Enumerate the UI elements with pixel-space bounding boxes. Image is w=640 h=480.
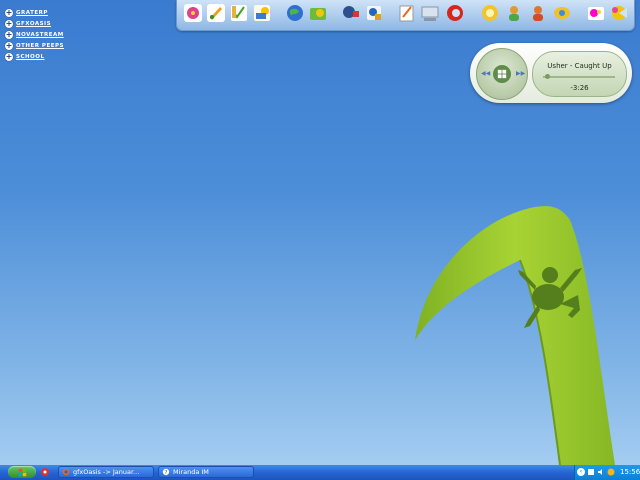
notepad-icon[interactable]: [229, 3, 249, 23]
task-firefox[interactable]: gfxOasis -> Januar...: [58, 466, 154, 478]
previous-icon[interactable]: ◀◀: [481, 70, 490, 77]
people-icon[interactable]: [528, 3, 548, 23]
expand-icon: +: [5, 51, 13, 61]
group-label: GFXOASIS: [16, 20, 52, 27]
windows-logo-icon: [18, 468, 26, 476]
task-miranda[interactable]: ? Miranda IM: [158, 466, 254, 478]
clock: 15:56: [620, 468, 640, 476]
seek-bar[interactable]: [543, 74, 615, 79]
media-player: ◀◀ ▶▶ Usher - Caught Up -3:26: [470, 43, 632, 103]
network-icon[interactable]: [587, 468, 595, 476]
group-gfxoasis[interactable]: + GFXOASIS: [5, 18, 64, 29]
track-time: -3:26: [570, 84, 589, 92]
sun-icon[interactable]: [480, 3, 500, 23]
user-icon[interactable]: [504, 3, 524, 23]
chat-icon[interactable]: [552, 3, 572, 23]
track-title: Usher - Caught Up: [547, 62, 612, 70]
group-label: NOVASTREAM: [16, 31, 64, 38]
windows-logo-icon[interactable]: [493, 65, 511, 83]
group-graterp[interactable]: + GRATERP: [5, 7, 64, 18]
seek-knob[interactable]: [544, 74, 550, 79]
expand-icon: +: [5, 7, 13, 17]
mail-icon[interactable]: [252, 3, 272, 23]
satellite-icon[interactable]: [341, 3, 361, 23]
computer-icon[interactable]: [420, 3, 440, 23]
expand-icon: +: [5, 40, 13, 50]
player-disc[interactable]: ◀◀ ▶▶: [476, 48, 528, 100]
miranda-icon: ?: [162, 468, 170, 476]
paint-icon[interactable]: [206, 3, 226, 23]
flower-icon[interactable]: [183, 3, 203, 23]
next-icon[interactable]: ▶▶: [516, 70, 525, 77]
task-label: gfxOasis -> Januar...: [73, 468, 140, 476]
games-icon[interactable]: [586, 3, 606, 23]
globe-icon[interactable]: [285, 3, 305, 23]
contact-groups: + GRATERP + GFXOASIS + NOVASTREAM + OTHE…: [5, 7, 64, 62]
taskbar: gfxOasis -> Januar... ? Miranda IM ‹ 15:…: [0, 465, 640, 480]
magnet-icon[interactable]: [445, 3, 465, 23]
tools-icon[interactable]: [364, 3, 384, 23]
group-school[interactable]: + SCHOOL: [5, 51, 64, 62]
task-label: Miranda IM: [173, 468, 209, 476]
security-icon[interactable]: [607, 468, 615, 476]
icon-dock: [176, 0, 635, 31]
pacman-icon[interactable]: [609, 3, 629, 23]
start-button[interactable]: [8, 466, 36, 478]
firefox-icon: [62, 468, 70, 476]
group-novastream[interactable]: + NOVASTREAM: [5, 29, 64, 40]
volume-icon[interactable]: [597, 468, 605, 476]
group-label: OTHER PEEPS: [16, 42, 64, 49]
expand-icon: +: [5, 18, 13, 28]
leaf-wallpaper-image: [415, 206, 615, 465]
system-tray: ‹ 15:56: [574, 465, 640, 480]
group-other-peeps[interactable]: + OTHER PEEPS: [5, 40, 64, 51]
desktop: + GRATERP + GFXOASIS + NOVASTREAM + OTHE…: [0, 0, 640, 465]
quick-launch-icon[interactable]: [40, 467, 50, 477]
chevron-left-icon[interactable]: ‹: [577, 468, 585, 476]
documents-icon[interactable]: [397, 3, 417, 23]
expand-icon: +: [5, 29, 13, 39]
now-playing-panel: Usher - Caught Up -3:26: [532, 51, 627, 97]
group-label: SCHOOL: [16, 53, 45, 60]
svg-text:?: ?: [165, 470, 168, 476]
folder-icon[interactable]: [308, 3, 328, 23]
group-label: GRATERP: [16, 9, 48, 16]
